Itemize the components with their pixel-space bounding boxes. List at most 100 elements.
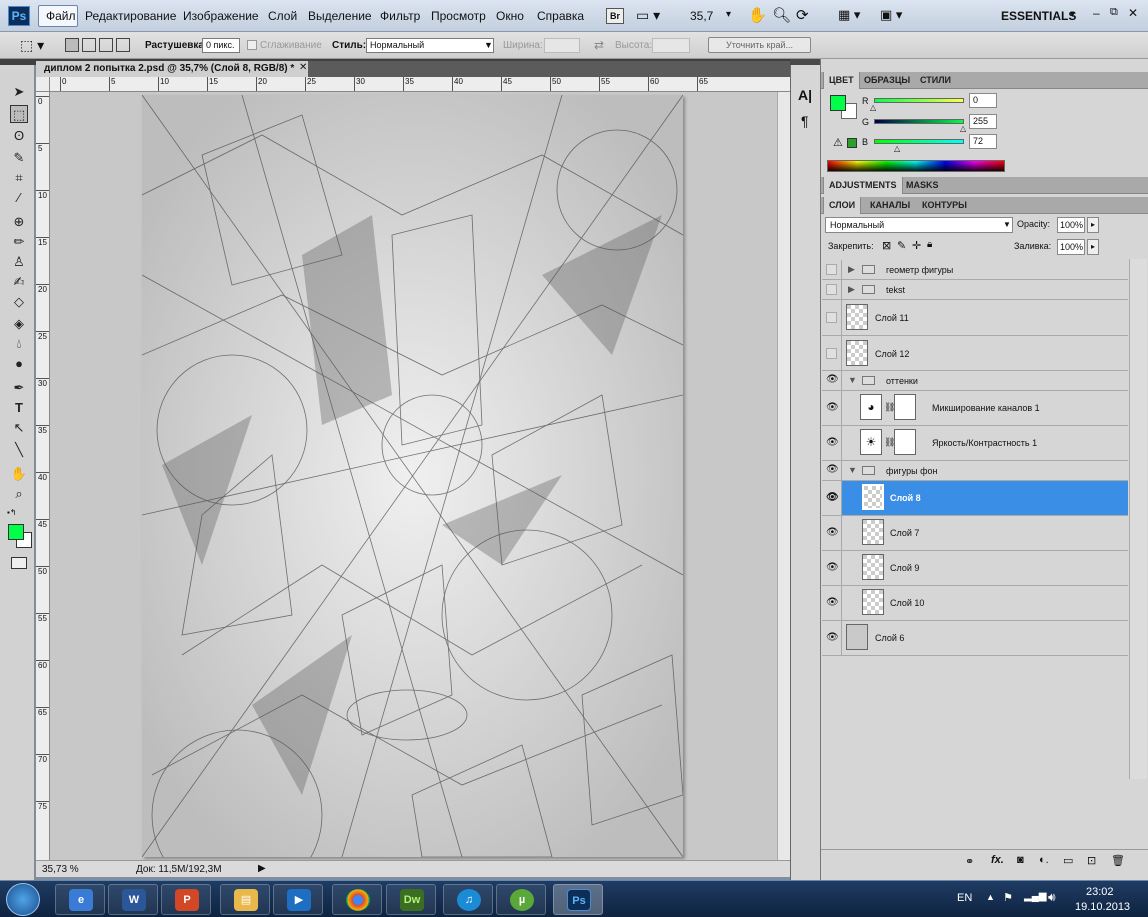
height-input[interactable]: [652, 38, 690, 53]
eye-icon[interactable]: 👁︎: [822, 586, 842, 620]
fx-icon[interactable]: fx.: [991, 854, 1004, 866]
hand-tool-icon[interactable]: ✋: [10, 465, 28, 483]
eye-icon[interactable]: 👁︎: [822, 391, 842, 425]
taskbar-app-media[interactable]: ▶: [273, 884, 323, 915]
menu-file[interactable]: Файл: [46, 9, 76, 23]
dodge-tool-icon[interactable]: ●: [10, 355, 28, 373]
close-tab-icon[interactable]: ✕: [299, 62, 307, 73]
group-collapse-icon[interactable]: ▼: [848, 375, 857, 385]
document-canvas-image[interactable]: [142, 95, 683, 857]
workspace-switcher[interactable]: ESSENTIALS: [1001, 9, 1076, 23]
layer-row-group[interactable]: 👁︎ ▼ фигуры фон: [822, 461, 1128, 481]
taskbar-app-utorrent[interactable]: µ: [496, 884, 546, 915]
g-slider-thumb-icon[interactable]: △: [960, 124, 966, 133]
menu-select[interactable]: Выделение: [308, 9, 372, 23]
lock-transparency-icon[interactable]: ⊠: [882, 239, 891, 252]
taskbar-app-powerpoint[interactable]: P: [161, 884, 211, 915]
vertical-scrollbar[interactable]: [777, 92, 790, 860]
quick-select-tool-icon[interactable]: ✎: [10, 149, 28, 167]
eye-icon[interactable]: 👁︎: [822, 461, 842, 480]
taskbar-app-dreamweaver[interactable]: Dw: [386, 884, 436, 915]
width-input[interactable]: [544, 38, 580, 53]
history-brush-tool-icon[interactable]: ✍: [10, 273, 28, 291]
lock-position-icon[interactable]: ✛: [912, 239, 921, 252]
group-expand-icon[interactable]: ▶: [848, 284, 855, 295]
brush-tool-icon[interactable]: ✏: [10, 233, 28, 251]
taskbar-app-itunes[interactable]: ♫: [443, 884, 493, 915]
language-indicator[interactable]: EN: [957, 892, 972, 904]
tab-adjustments[interactable]: ADJUSTMENTS: [823, 177, 903, 194]
arrange-docs-icon[interactable]: ▦ ▾: [838, 7, 860, 23]
status-menu-arrow-icon[interactable]: ▶: [258, 863, 266, 874]
menu-view[interactable]: Просмотр: [431, 9, 486, 23]
menu-filter[interactable]: Фильтр: [380, 9, 420, 23]
healing-tool-icon[interactable]: ⊕: [10, 213, 28, 231]
blend-mode-select[interactable]: Нормальный: [825, 217, 1013, 233]
layer-name[interactable]: Слой 9: [890, 563, 919, 573]
fill-arrow-icon[interactable]: ▸: [1087, 239, 1099, 255]
eye-icon[interactable]: 👁︎: [822, 621, 842, 655]
color-spectrum-ramp[interactable]: [827, 160, 1005, 172]
zoom-dropdown-icon[interactable]: ▾: [726, 9, 731, 20]
layer-name[interactable]: tekst: [886, 285, 905, 295]
screen-mode-2-icon[interactable]: ▣ ▾: [880, 7, 902, 23]
blend-mode-dropdown-icon[interactable]: ▼: [1003, 220, 1011, 229]
status-zoom[interactable]: 35,73 %: [42, 864, 79, 875]
start-button-icon[interactable]: [6, 883, 40, 916]
link-layers-icon[interactable]: ⚭: [965, 855, 974, 868]
new-layer-icon[interactable]: ⊡: [1087, 854, 1096, 867]
rotate-view-icon[interactable]: ⟳: [796, 6, 809, 24]
layer-row[interactable]: 👁︎ Слой 10: [822, 586, 1128, 621]
fill-input[interactable]: 100%: [1057, 239, 1085, 255]
bridge-button[interactable]: Br: [606, 8, 624, 24]
antialias-checkbox[interactable]: [247, 40, 257, 50]
lock-all-icon[interactable]: 🔒︎: [927, 239, 932, 250]
photoshop-logo[interactable]: Ps: [8, 6, 30, 26]
minimize-icon[interactable]: –: [1093, 6, 1100, 20]
new-adjustment-icon[interactable]: ◐.: [1039, 854, 1049, 866]
crop-tool-icon[interactable]: ⌗: [10, 169, 28, 187]
blur-tool-icon[interactable]: 💧︎: [10, 335, 28, 353]
eye-icon[interactable]: 👁︎: [822, 371, 842, 390]
selection-mode-intersect-icon[interactable]: [116, 38, 130, 52]
eraser-tool-icon[interactable]: ◇: [10, 293, 28, 311]
eye-icon[interactable]: 👁︎: [822, 551, 842, 585]
zoom-tool-icon[interactable]: ⌕: [10, 485, 28, 503]
tab-channels[interactable]: КАНАЛЫ: [865, 197, 915, 214]
paragraph-panel-icon[interactable]: ¶: [801, 113, 809, 129]
selection-mode-add-icon[interactable]: [82, 38, 96, 52]
menu-edit[interactable]: Редактирование: [85, 9, 176, 23]
taskbar-app-chrome[interactable]: [332, 884, 382, 915]
marquee-tool-icon[interactable]: ⬚: [10, 105, 28, 123]
feather-input[interactable]: 0 пикс.: [202, 38, 240, 53]
document-tab[interactable]: диплом 2 попытка 2.psd @ 35,7% (Слой 8, …: [36, 61, 308, 77]
group-collapse-icon[interactable]: ▼: [848, 465, 857, 475]
layer-name[interactable]: Слой 7: [890, 528, 919, 538]
layer-row[interactable]: 👁︎ Слой 7: [822, 516, 1128, 551]
pen-tool-icon[interactable]: ✒: [10, 379, 28, 397]
layer-row[interactable]: 👁︎ Слой 6: [822, 621, 1128, 656]
r-value[interactable]: 0: [969, 93, 997, 108]
character-panel-icon[interactable]: A|: [798, 87, 812, 103]
taskbar-app-word[interactable]: W: [108, 884, 158, 915]
swap-dimensions-icon[interactable]: ⇄: [594, 38, 604, 52]
zoom-icon[interactable]: 🔍︎: [772, 6, 791, 24]
layers-scrollbar[interactable]: [1129, 259, 1147, 779]
layer-name[interactable]: Слой 11: [875, 313, 909, 323]
quick-mask-icon[interactable]: [11, 557, 27, 569]
add-mask-icon[interactable]: ◙: [1017, 854, 1024, 866]
tab-layers[interactable]: СЛОИ: [823, 197, 862, 214]
taskbar-app-files[interactable]: ▤: [220, 884, 270, 915]
layer-row-group[interactable]: ▶ tekst: [822, 280, 1128, 300]
g-value[interactable]: 255: [969, 114, 997, 129]
r-slider-thumb-icon[interactable]: △: [870, 103, 876, 112]
layer-name[interactable]: Слой 12: [875, 349, 909, 359]
clock-date[interactable]: 19.10.2013: [1075, 901, 1130, 913]
refine-edge-button[interactable]: Уточнить край...: [708, 37, 811, 53]
tab-styles[interactable]: СТИЛИ: [915, 72, 956, 89]
lasso-tool-icon[interactable]: ʘ: [10, 127, 28, 145]
tray-expand-icon[interactable]: ▲: [986, 892, 995, 902]
type-tool-icon[interactable]: T: [10, 399, 28, 417]
layer-name[interactable]: фигуры фон: [886, 466, 937, 476]
lock-pixels-icon[interactable]: ✎: [897, 239, 906, 252]
